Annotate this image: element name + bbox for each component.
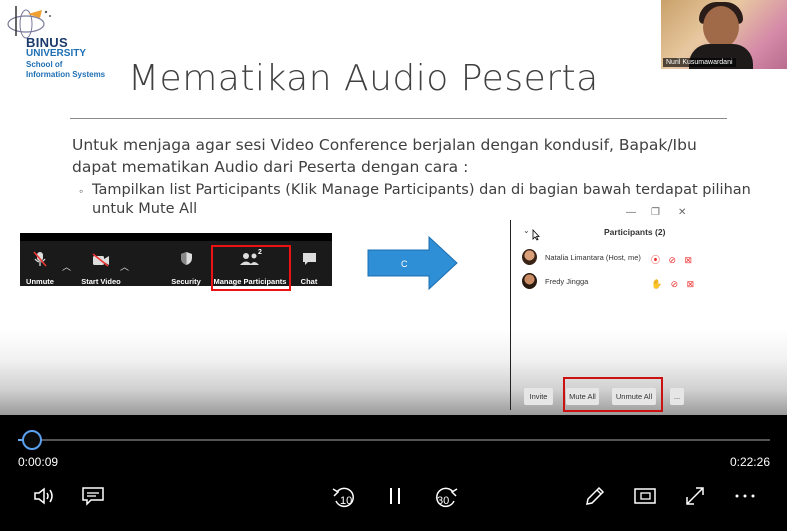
volume-icon (34, 487, 53, 505)
skip-back-label: 10 (340, 495, 352, 507)
bullet-line: Tampilkan list Participants (Klik Manage… (92, 182, 751, 198)
pause-button[interactable] (383, 484, 409, 508)
unmute-item: Unmute (22, 251, 58, 286)
skip-back-button[interactable]: 10 (331, 484, 359, 508)
player-controls: 0:00:09 0:22:26 10 30 (0, 415, 787, 531)
seek-thumb[interactable] (22, 430, 42, 450)
mute-all-highlight (563, 377, 663, 412)
title-divider (70, 118, 727, 119)
skip-forward-button[interactable]: 30 (431, 484, 459, 508)
volume-button[interactable] (32, 484, 58, 508)
skip-forward-label: 30 (437, 495, 449, 507)
panel-divider (510, 220, 511, 410)
fullscreen-icon (686, 487, 704, 505)
mic-muted-icon (33, 251, 47, 267)
raise-hand-icon: ✋ (651, 279, 663, 289)
paragraph-line: Untuk menjaga agar sesi Video Conference… (72, 136, 697, 154)
avatar (522, 273, 537, 289)
chevron-up-icon: ︿ (62, 262, 72, 272)
zoom-toolbar-screenshot: Unmute ︿ Start Video ︿ Security 2 Manage… (20, 233, 332, 291)
logo-school-line2: Information Systems (26, 70, 106, 79)
logo-school-line1: School of (26, 60, 63, 69)
mini-view-icon (634, 488, 656, 504)
unmute-label: Unmute (26, 277, 54, 286)
edit-button[interactable] (583, 484, 609, 508)
more-button[interactable] (733, 484, 759, 508)
presenter-face (703, 6, 739, 48)
security-item: Security (170, 251, 202, 286)
more-options-button: ... (670, 388, 684, 405)
paragraph-line: dapat mematikan Audio dari Peserta denga… (72, 158, 469, 176)
slide-title: Mematikan Audio Peserta (128, 58, 599, 99)
current-time: 0:00:09 (18, 455, 59, 469)
record-icon: ⦿ (651, 255, 661, 265)
cursor-icon (532, 229, 540, 241)
skip-forward-30-icon: 30 (436, 487, 458, 508)
participants-title: Participants (2) (604, 227, 666, 237)
chevron-down-icon: ⌄ (523, 226, 530, 235)
right-arrow-icon (367, 236, 458, 290)
webcam-name: Nuril Kusumawardani (663, 58, 736, 67)
close-icon: ✕ (678, 207, 687, 218)
pencil-icon (586, 486, 605, 505)
logo-university: UNIVERSITY (26, 48, 87, 59)
chat-icon (302, 253, 316, 265)
chat-label: Chat (300, 277, 318, 286)
video-frame[interactable]: BINUS UNIVERSITY School of Information S… (0, 0, 787, 415)
participant-status: ✋ ⊘ ⊠ (651, 274, 698, 292)
restore-icon: ❐ (651, 207, 660, 218)
captions-button[interactable] (81, 484, 107, 508)
skip-back-10-icon: 10 (332, 487, 354, 508)
pause-icon (390, 488, 400, 504)
shield-icon (180, 252, 192, 265)
start-video-item: Start Video (76, 251, 126, 286)
total-time: 0:22:26 (729, 455, 770, 469)
bullet-marker: ◦ (79, 184, 84, 198)
minimize-icon: — (626, 207, 636, 218)
manage-participants-highlight (211, 245, 291, 291)
chevron-up-icon: ︿ (120, 262, 130, 272)
chat-item: Chat (296, 251, 322, 286)
participant-name: Fredy Jingga (545, 277, 589, 286)
mic-muted-icon: ⊘ (670, 279, 679, 289)
security-label: Security (171, 277, 201, 286)
fullscreen-button[interactable] (683, 484, 709, 508)
seek-track[interactable] (33, 439, 770, 441)
start-video-label: Start Video (81, 277, 121, 286)
video-off-icon: ⊠ (684, 255, 693, 265)
webcam-thumbnail: Nuril Kusumawardani (661, 0, 787, 69)
slide-paragraph: Untuk menjaga agar sesi Video Conference… (72, 134, 732, 178)
captions-icon (82, 487, 104, 506)
participant-row: Fredy Jingga ✋ ⊘ ⊠ (522, 273, 702, 291)
mini-view-button[interactable] (633, 484, 659, 508)
participant-name: Natalia Limantara (Host, me) (545, 253, 641, 262)
arrow-label: C (401, 259, 408, 269)
participant-status: ⦿ ⊘ ⊠ (651, 250, 696, 268)
invite-button: Invite (524, 388, 553, 405)
avatar (522, 249, 537, 265)
mic-muted-icon: ⊘ (668, 255, 677, 265)
video-off-icon: ⊠ (686, 279, 695, 289)
more-icon (735, 494, 755, 498)
participant-row: Natalia Limantara (Host, me) ⦿ ⊘ ⊠ (522, 249, 702, 267)
binus-logo: BINUS UNIVERSITY School of Information S… (6, 4, 136, 84)
video-off-icon (92, 253, 109, 267)
